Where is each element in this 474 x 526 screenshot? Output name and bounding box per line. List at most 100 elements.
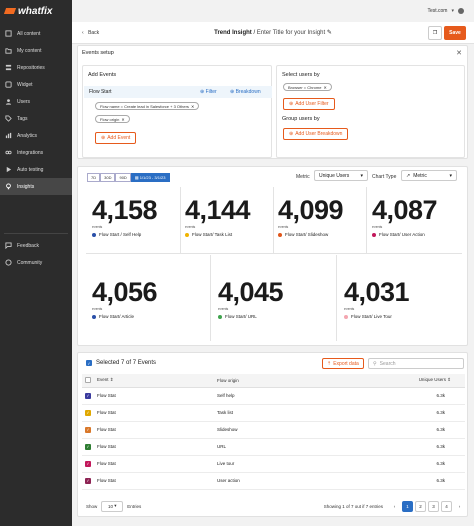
- page-3-button[interactable]: 3: [428, 500, 439, 512]
- sidebar-item-widget[interactable]: Widget: [0, 76, 72, 93]
- legend-dot: [218, 314, 222, 319]
- row-checkbox[interactable]: ✓: [85, 392, 91, 399]
- sidebar-item-repositories[interactable]: Repositories: [0, 59, 72, 76]
- metric-label: Flow Start/ URL: [225, 314, 257, 319]
- metric-card: 4,031 events Flow Start/ Live Tour: [344, 279, 410, 319]
- add-user-filter-button[interactable]: ⊕ Add User Filter: [283, 98, 335, 110]
- add-user-breakdown-button[interactable]: ⊕ Add User Breakdown: [283, 128, 349, 140]
- table-row[interactable]: ✓ Flow Stat User action 6.3k: [82, 472, 465, 490]
- table-row[interactable]: ✓ Flow Stat URL 6.3k: [82, 438, 465, 456]
- sort-icon: ⇕: [109, 377, 114, 383]
- cell-users: 6.3k: [306, 387, 465, 405]
- metric-select[interactable]: Unique Users ▾: [314, 170, 368, 181]
- account-name[interactable]: Test.com: [427, 8, 447, 14]
- sidebar-item-community[interactable]: Community: [0, 254, 72, 271]
- date-range-7d[interactable]: 7D: [87, 173, 101, 182]
- prev-page-button[interactable]: ‹: [389, 501, 400, 512]
- sidebar-item-users[interactable]: Users: [0, 93, 72, 110]
- date-range-30d[interactable]: 30D: [100, 173, 116, 182]
- analytics-icon: [5, 132, 12, 139]
- metric-value: 4,099: [278, 195, 344, 225]
- save-button[interactable]: Save: [444, 26, 466, 40]
- table-row[interactable]: ✓ Flow Stat Slideshow 6.3k: [82, 421, 465, 439]
- date-range-90d[interactable]: 90D: [115, 173, 131, 182]
- row-checkbox[interactable]: ✓: [85, 443, 91, 450]
- filter-button[interactable]: ⊕ Filter: [200, 89, 217, 95]
- column-header-event[interactable]: Event ⇕: [94, 374, 214, 388]
- close-icon[interactable]: ✕: [191, 104, 194, 109]
- sort-icon: ⇕: [447, 377, 451, 383]
- row-checkbox-cell: ✓: [82, 421, 94, 439]
- title-input[interactable]: Enter Title for your Insight: [257, 30, 325, 36]
- logo-text: whatfix: [18, 5, 53, 17]
- collapse-icon[interactable]: ✕: [456, 49, 462, 57]
- page-size-select[interactable]: 10 ▾: [101, 500, 124, 512]
- column-header-flow-origin[interactable]: Flow origin: [214, 374, 307, 388]
- user-filter-chip[interactable]: Browser = Chrome ✕: [283, 83, 332, 91]
- sidebar-item-auto-testing[interactable]: Auto testing: [0, 161, 72, 178]
- row-checkbox[interactable]: ✓: [85, 426, 91, 433]
- sidebar-item-label: Community: [17, 259, 43, 266]
- page-1-button[interactable]: 1: [402, 500, 413, 512]
- plus-icon: ⊕: [289, 131, 294, 137]
- table-row[interactable]: ✓ Flow Stat Live tour 6.3k: [82, 455, 465, 473]
- cell-event: Flow Stat: [94, 387, 214, 405]
- add-event-button[interactable]: ⊕ Add Event: [95, 132, 137, 144]
- row-checkbox[interactable]: ✓: [85, 409, 91, 416]
- sidebar-item-all-content[interactable]: All content: [0, 25, 72, 42]
- column-header-unique-users[interactable]: Unique Users ⇕: [306, 374, 465, 388]
- legend-dot: [344, 314, 348, 319]
- sidebar-item-label: My content: [17, 47, 42, 54]
- custom-date-range[interactable]: ▦ 1/1/23 - 3/1/23: [130, 173, 170, 182]
- avatar[interactable]: [458, 8, 464, 14]
- sidebar-item-label: Auto testing: [17, 166, 44, 173]
- table-row[interactable]: ✓ Flow Stat Self help 6.3k: [82, 387, 465, 405]
- breakdown-button[interactable]: ⊕ Breakdown: [230, 89, 261, 95]
- close-icon[interactable]: ✕: [323, 85, 326, 90]
- brand-logo[interactable]: whatfix: [0, 0, 72, 22]
- community-icon: [5, 259, 12, 266]
- page-2-button[interactable]: 2: [415, 500, 426, 512]
- group-users-title: Group users by: [282, 116, 320, 122]
- sidebar-item-label: Integrations: [17, 149, 44, 156]
- search-input[interactable]: ⚲ Search: [368, 358, 464, 369]
- chart-type-select[interactable]: ↗ Metric ▾: [401, 170, 457, 181]
- custom-date-range-label: 1/1/23 - 3/1/23: [139, 175, 166, 180]
- sidebar-item-label: All content: [17, 30, 41, 37]
- copy-button[interactable]: ❐: [428, 26, 442, 40]
- table-row[interactable]: ✓ Flow Stat Task list 6.3k: [82, 404, 465, 422]
- metric-unit: events: [218, 307, 229, 311]
- metric-card: 4,056 events Flow Start/ Article: [92, 279, 158, 319]
- sidebar-item-integrations[interactable]: Integrations: [0, 144, 72, 161]
- copy-icon: ❐: [432, 30, 438, 36]
- metric-legend: Flow Start/ Slideshow: [278, 232, 343, 237]
- metric-card: 4,144 events Flow Start/ Task List: [185, 197, 251, 237]
- column-label: Event: [97, 377, 109, 383]
- select-all-checkbox[interactable]: ✓: [86, 360, 92, 366]
- cell-users: 6.3k: [306, 472, 465, 490]
- sidebar-item-my-content[interactable]: My content: [0, 42, 72, 59]
- export-data-button[interactable]: ⇡ Export data: [322, 358, 364, 369]
- cell-event: Flow Stat: [94, 438, 214, 456]
- page-4-button[interactable]: 4: [441, 500, 452, 512]
- event-row[interactable]: Flow Start ⊕ Filter ⊕ Breakdown: [84, 86, 272, 98]
- search-icon: ⚲: [373, 360, 377, 367]
- metric-card: 4,045 events Flow Start/ URL: [218, 279, 284, 319]
- sidebar-item-tags[interactable]: Tags: [0, 110, 72, 127]
- next-page-button[interactable]: ›: [454, 501, 465, 512]
- top-bar: Test.com ▾: [72, 0, 474, 22]
- close-icon[interactable]: ✕: [121, 117, 124, 122]
- sidebar-item-analytics[interactable]: Analytics: [0, 127, 72, 144]
- sidebar-item-insights[interactable]: Insights: [0, 178, 72, 195]
- row-checkbox-cell: ✓: [82, 387, 94, 405]
- sidebar-item-feedback[interactable]: Feedback: [0, 237, 72, 254]
- row-checkbox[interactable]: ✓: [85, 460, 91, 467]
- filter-chip[interactable]: Flow name = Create lead in Salesforce + …: [95, 102, 200, 110]
- header-checkbox[interactable]: [85, 376, 91, 383]
- sidebar-item-label: Analytics: [17, 132, 38, 139]
- add-user-filter-label: Add User Filter: [295, 101, 329, 107]
- breakdown-chip[interactable]: Flow origin ✕: [95, 115, 130, 123]
- row-checkbox[interactable]: ✓: [85, 477, 91, 484]
- edit-icon[interactable]: ✎: [327, 30, 332, 36]
- chevron-down-icon[interactable]: ▾: [451, 8, 454, 14]
